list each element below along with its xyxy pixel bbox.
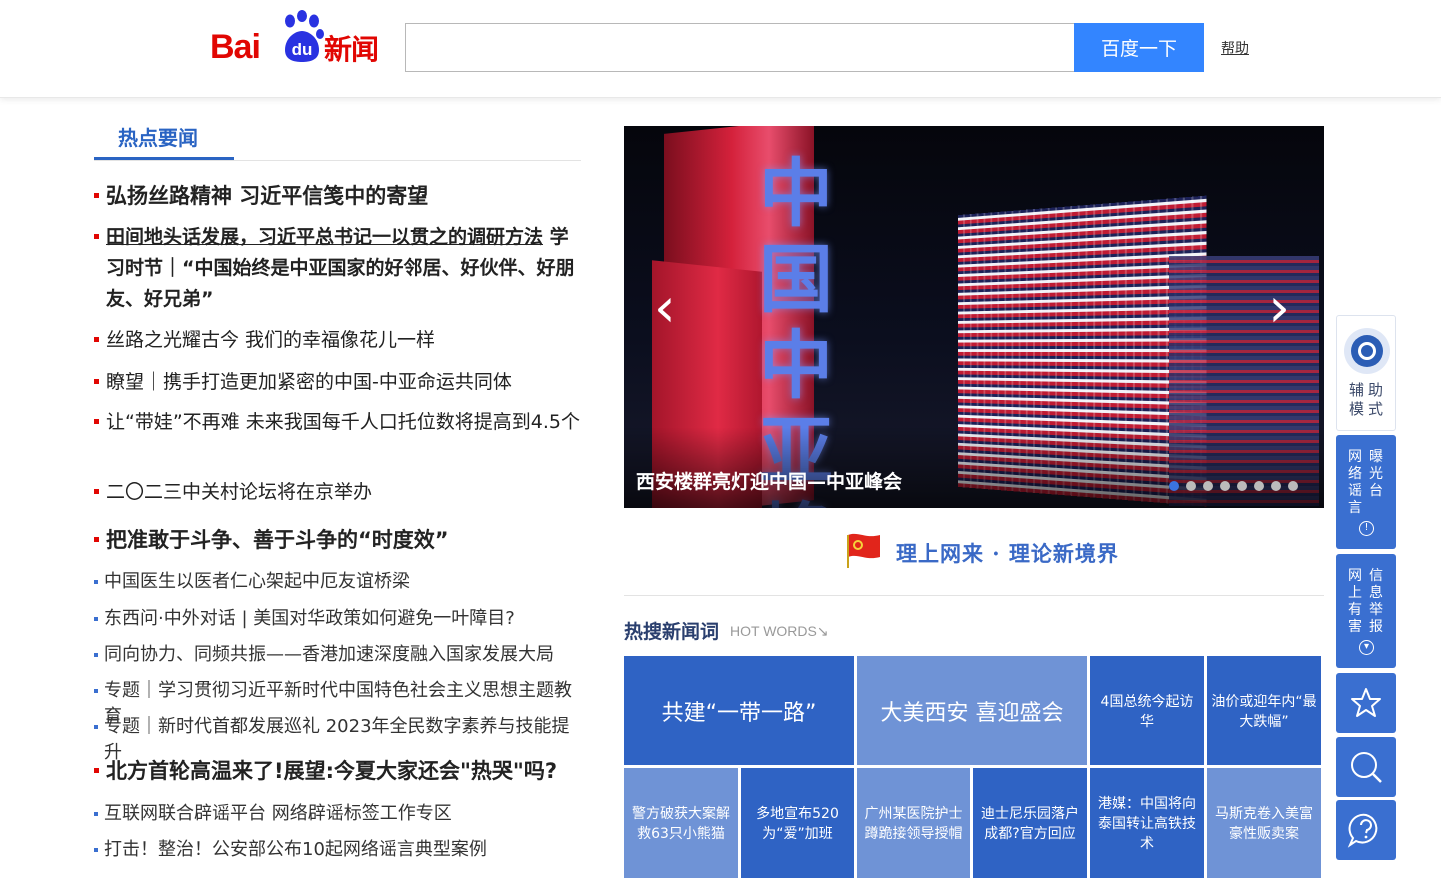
carousel-caption[interactable]: 西安楼群亮灯迎中国—中亚峰会	[636, 467, 902, 494]
carousel-dot[interactable]	[1186, 481, 1196, 491]
arrow-down-right-icon: ↘	[816, 623, 829, 639]
search-button[interactable]: 百度一下	[1074, 23, 1204, 72]
news-item[interactable]: 瞭望｜携手打造更加紧密的中国-中亚命运共同体	[94, 367, 584, 398]
banner-text: 理上网来 · 理论新境界	[896, 541, 1119, 566]
hot-word-cell[interactable]: 迪士尼乐园落户成都?官方回应	[973, 768, 1087, 878]
search-input[interactable]	[405, 23, 1075, 72]
hot-words-title: 热搜新闻词	[624, 621, 720, 643]
hot-word-cell[interactable]: 油价或迎年内“最大跌幅”	[1207, 656, 1321, 765]
news-item[interactable]: 丝路之光耀古今 我们的幸福像花儿一样	[94, 325, 584, 356]
theory-banner[interactable]: 理上网来 · 理论新境界	[624, 528, 1324, 578]
rumor-exposure-button[interactable]: 网络谣言 曝光台 !	[1336, 435, 1396, 549]
hot-words-subtitle-text: HOT WORDS	[730, 623, 817, 639]
hot-word-cell[interactable]: 港媒：中国将向泰国转让高铁技术	[1090, 768, 1204, 878]
sidebar-search-button[interactable]	[1336, 737, 1396, 797]
hot-word-cell[interactable]: 警方破获大案解救63只小熊猫	[624, 768, 738, 878]
question-bubble-icon	[1347, 813, 1378, 848]
divider	[94, 160, 581, 161]
hot-word-text: 大美西安 喜迎盛会	[880, 700, 1064, 726]
hot-word-cell[interactable]: 4国总统今起访华	[1090, 656, 1204, 765]
carousel-dot[interactable]	[1237, 481, 1247, 491]
divider	[624, 595, 1324, 596]
carousel-dot[interactable]	[1169, 481, 1179, 491]
logo-bai: Bai	[210, 28, 261, 66]
carousel-dot[interactable]	[1288, 481, 1298, 491]
help-link[interactable]: 帮助	[1221, 38, 1249, 58]
news-item[interactable]: 中国医生以医者仁心架起中厄友谊桥梁	[94, 569, 584, 595]
headline-item[interactable]: 田间地头话发展，习近平总书记一以贯之的调研方法 学习时节｜“中国始终是中亚国家的…	[94, 222, 584, 315]
hot-word-cell[interactable]: 多地宣布520为“爱”加班	[741, 768, 854, 878]
hot-word-text: 共建“一带一路”	[661, 700, 817, 726]
hot-word-cell[interactable]: 广州某医院护士蹲跪接领导授帽	[857, 768, 970, 878]
hot-word-text: 警方破获大案解救63只小熊猫	[632, 806, 730, 842]
hot-word-cell[interactable]: 共建“一带一路”	[624, 656, 854, 765]
news-item[interactable]: 让“带娃”不再难 未来我国每千人口托位数将提高到4.5个	[94, 407, 584, 438]
exclamation-icon: !	[1359, 521, 1374, 536]
news-item[interactable]: 二〇二三中关村论坛将在京举办	[94, 477, 584, 508]
tab-hot-news-label: 热点要闻	[118, 126, 198, 150]
headline-item[interactable]: 北方首轮高温来了!展望:今夏大家还会"热哭"吗?	[94, 755, 584, 787]
carousel-dot[interactable]	[1271, 481, 1281, 491]
carousel-prev-icon[interactable]: ‹	[654, 281, 676, 335]
report-label: 网上有害	[1348, 568, 1362, 635]
search-icon	[1351, 752, 1382, 783]
logo-du: du	[291, 40, 313, 59]
star-icon	[1351, 688, 1381, 717]
news-item[interactable]: 东西问·中外对话 | 美国对华政策如何避免一叶障目?	[94, 606, 584, 632]
hot-word-text: 迪士尼乐园落户成都?官方回应	[981, 806, 1079, 842]
hot-word-text: 港媒：中国将向泰国转让高铁技术	[1098, 796, 1196, 852]
logo-xinwen: 新闻	[324, 33, 379, 66]
headline-link[interactable]: 田间地头话发展，习近平总书记一以贯之的调研方法	[106, 226, 543, 248]
hot-word-cell[interactable]: 马斯克卷入美富豪性贩卖案	[1207, 768, 1321, 878]
headline-item[interactable]: 弘扬丝路精神 习近平信笺中的寄望	[94, 180, 584, 212]
photo-carousel[interactable]: 中国中亚峰会 ‹ › 西安楼群亮灯迎中国—中亚峰会	[624, 126, 1324, 508]
news-item[interactable]: 同向协力、同频共振——香港加速深度融入国家发展大局	[94, 642, 584, 668]
carousel-dot[interactable]	[1220, 481, 1230, 491]
hot-word-text: 多地宣布520为“爱”加班	[756, 806, 839, 842]
hot-word-text: 马斯克卷入美富豪性贩卖案	[1215, 806, 1313, 842]
carousel-dot[interactable]	[1203, 481, 1213, 491]
rumor-exposure-label: 曝光台	[1369, 449, 1383, 499]
hot-word-text: 广州某医院护士蹲跪接领导授帽	[864, 806, 963, 842]
accessibility-icon	[1344, 328, 1390, 374]
carousel-next-icon[interactable]: ›	[1268, 281, 1290, 335]
party-flag-icon	[847, 533, 880, 568]
baidu-news-logo[interactable]: Bai du 新闻	[210, 8, 385, 68]
news-item[interactable]: 打击！整治！公安部公布10起网络谣言典型案例	[94, 837, 584, 863]
assist-mode-label: 辅助模式	[1348, 381, 1387, 418]
assist-mode-button[interactable]: 辅助模式	[1336, 315, 1396, 431]
hot-word-text: 4国总统今起访华	[1100, 693, 1194, 730]
news-item[interactable]: 互联网联合辟谣平台 网络辟谣标签工作专区	[94, 801, 584, 827]
hot-word-cell[interactable]: 大美西安 喜迎盛会	[857, 656, 1087, 765]
harmful-info-report-button[interactable]: 网上有害 信息举报 ▾	[1336, 554, 1396, 668]
tab-hot-news[interactable]: 热点要闻	[94, 116, 234, 160]
headline-item[interactable]: 把准敢于斗争、善于斗争的“时度效”	[94, 524, 584, 556]
carousel-dot[interactable]	[1254, 481, 1264, 491]
help-faq-button[interactable]	[1336, 800, 1396, 860]
chevron-down-icon: ▾	[1359, 640, 1374, 655]
carousel-dots	[1162, 476, 1298, 491]
favorite-button[interactable]	[1336, 673, 1396, 733]
header-bar: Bai du 新闻 百度一下 帮助	[0, 0, 1441, 98]
hot-word-text: 油价或迎年内“最大跌幅”	[1211, 693, 1317, 730]
rumor-exposure-label: 网络谣言	[1348, 449, 1362, 516]
report-label: 信息举报	[1369, 568, 1383, 635]
hot-words-subtitle: HOT WORDS↘	[730, 623, 829, 640]
